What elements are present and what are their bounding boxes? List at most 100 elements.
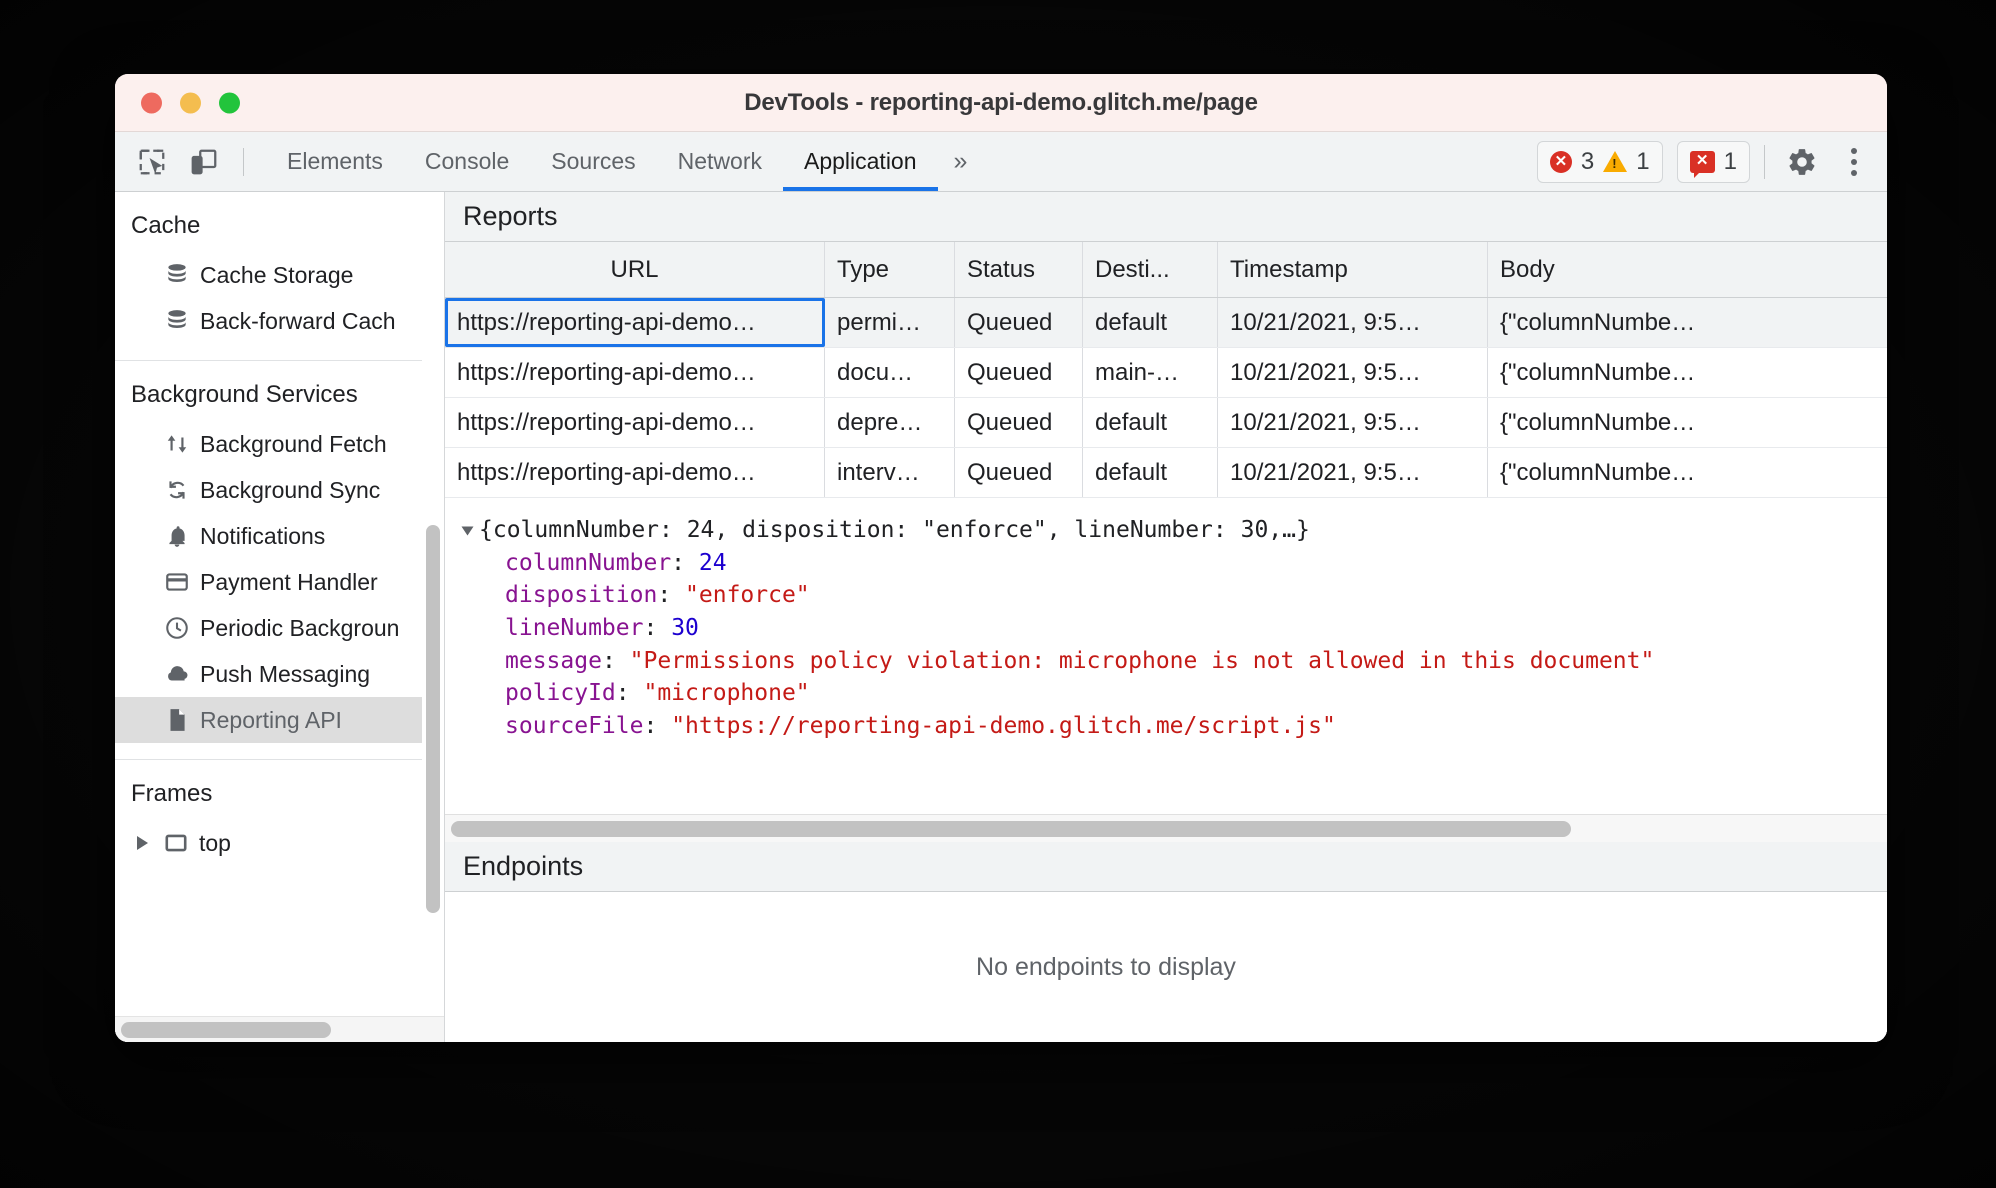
sidebar-horizontal-scroll-thumb[interactable] <box>121 1022 331 1038</box>
tab-network[interactable]: Network <box>657 132 783 191</box>
cell-status: Queued <box>955 348 1083 397</box>
sidebar-item-background-fetch[interactable]: Background Fetch <box>115 421 422 467</box>
issues-counter[interactable]: ✕ 1 <box>1676 140 1750 183</box>
kebab-dot <box>1851 169 1857 176</box>
cell-status: Queued <box>955 448 1083 497</box>
sync-icon <box>163 477 190 504</box>
table-row[interactable]: https://reporting-api-demo… docu… Queued… <box>445 348 1887 398</box>
application-sidebar: Cache Cache Storage Back-forward Cach Ba… <box>115 192 445 1042</box>
cell-type: permi… <box>825 298 955 347</box>
tab-console[interactable]: Console <box>404 132 530 191</box>
sidebar-group-title: Cache <box>131 212 201 239</box>
kebab-menu-icon[interactable] <box>1839 140 1869 184</box>
column-header-type[interactable]: Type <box>825 242 955 297</box>
table-header-row: URL Type Status Desti... Timestamp Body <box>445 242 1887 298</box>
json-value: 24 <box>698 549 727 576</box>
json-colon: : <box>657 582 686 609</box>
sidebar-vertical-scrollbar[interactable] <box>426 202 440 1010</box>
sidebar-item-notifications[interactable]: Notifications <box>115 513 422 559</box>
cell-timestamp: 10/21/2021, 9:5… <box>1218 398 1488 447</box>
document-icon <box>163 707 190 734</box>
kebab-dot <box>1851 147 1857 154</box>
tab-sources[interactable]: Sources <box>530 132 656 191</box>
inspect-element-icon[interactable] <box>129 139 175 185</box>
device-toolbar-icon[interactable] <box>181 139 227 185</box>
screenshot-root: DevTools - reporting-api-demo.glitch.me/… <box>0 0 1996 1188</box>
reports-section-title: Reports <box>445 192 1887 242</box>
gear-icon[interactable] <box>1779 139 1825 185</box>
json-property-row: columnNumber: 24 <box>463 547 1887 580</box>
column-header-destination[interactable]: Desti... <box>1083 242 1218 297</box>
sidebar-item-push-messaging[interactable]: Push Messaging <box>115 651 422 697</box>
json-value: "microphone" <box>643 680 810 707</box>
json-property-row: message: "Permissions policy violation: … <box>463 645 1887 678</box>
column-header-body[interactable]: Body <box>1488 242 1887 297</box>
sidebar-group-background-services: Background Services Background Fetch Bac… <box>115 361 422 760</box>
endpoints-section-title: Endpoints <box>445 842 1887 892</box>
bell-icon <box>163 523 190 550</box>
warning-icon <box>1603 151 1628 172</box>
reporting-api-panel: Reports URL Type Status Desti... Timesta… <box>445 192 1887 1042</box>
json-key: sourceFile <box>505 712 644 739</box>
json-colon: : <box>671 549 699 576</box>
sidebar-item-reporting-api[interactable]: Reporting API <box>115 697 422 743</box>
tab-elements[interactable]: Elements <box>266 132 404 191</box>
issue-icon: ✕ <box>1689 150 1715 178</box>
cell-url: https://reporting-api-demo… <box>445 348 825 397</box>
toolbar-right-group: ✕ 3 1 ✕ 1 <box>1536 132 1887 191</box>
sidebar-vertical-scroll-thumb[interactable] <box>426 525 440 914</box>
column-header-status[interactable]: Status <box>955 242 1083 297</box>
more-tabs-button[interactable]: » <box>938 132 984 191</box>
sidebar-item-back-forward-cache[interactable]: Back-forward Cach <box>115 298 422 344</box>
json-root-row[interactable]: {columnNumber: 24, disposition: "enforce… <box>461 514 1887 547</box>
error-warning-counter[interactable]: ✕ 3 1 <box>1536 140 1663 183</box>
sidebar-item-cache-storage[interactable]: Cache Storage <box>115 252 422 298</box>
sidebar-item-payment-handler[interactable]: Payment Handler <box>115 559 422 605</box>
up-down-arrows-icon <box>163 431 190 458</box>
sidebar-item-label: top <box>199 829 231 856</box>
cell-type: docu… <box>825 348 955 397</box>
frame-icon <box>162 830 189 857</box>
json-colon: : <box>643 614 672 641</box>
sidebar-item-label: Reporting API <box>200 706 342 733</box>
devtools-window: DevTools - reporting-api-demo.glitch.me/… <box>115 74 1887 1042</box>
cell-destination: default <box>1083 448 1218 497</box>
sidebar-item-label: Notifications <box>200 522 326 549</box>
json-value: "https://reporting-api-demo.glitch.me/sc… <box>671 712 1336 739</box>
tab-application[interactable]: Application <box>783 132 938 191</box>
sidebar-item-background-sync[interactable]: Background Sync <box>115 467 422 513</box>
sidebar-item-label: Cache Storage <box>200 261 354 288</box>
clock-icon <box>163 615 190 642</box>
window-titlebar: DevTools - reporting-api-demo.glitch.me/… <box>115 74 1887 132</box>
cell-destination: main-… <box>1083 348 1218 397</box>
devtools-toolbar: Elements Console Sources Network Applica… <box>115 132 1887 192</box>
preview-horizontal-scroll-thumb[interactable] <box>451 821 1571 837</box>
sidebar-horizontal-scrollbar[interactable] <box>115 1016 444 1042</box>
sidebar-group-cache: Cache Cache Storage Back-forward Cach <box>115 192 422 361</box>
endpoints-empty-message: No endpoints to display <box>976 952 1236 981</box>
table-row[interactable]: https://reporting-api-demo… permi… Queue… <box>445 298 1887 348</box>
toolbar-right-divider <box>1764 144 1765 179</box>
cell-status: Queued <box>955 298 1083 347</box>
cell-timestamp: 10/21/2021, 9:5… <box>1218 448 1488 497</box>
cell-destination: default <box>1083 398 1218 447</box>
reports-table: URL Type Status Desti... Timestamp Body … <box>445 242 1887 498</box>
json-summary: {columnNumber: 24, disposition: "enforce… <box>479 517 1310 543</box>
window-title: DevTools - reporting-api-demo.glitch.me/… <box>744 88 1258 116</box>
column-header-url[interactable]: URL <box>445 242 825 297</box>
cell-body: {"columnNumbe… <box>1500 458 1696 486</box>
sidebar-item-frame-top[interactable]: top <box>115 820 422 866</box>
preview-horizontal-scrollbar[interactable] <box>445 814 1887 842</box>
chevron-down-icon[interactable] <box>461 526 474 536</box>
endpoints-empty-state: No endpoints to display <box>445 892 1887 1042</box>
table-row[interactable]: https://reporting-api-demo… depre… Queue… <box>445 398 1887 448</box>
column-header-timestamp[interactable]: Timestamp <box>1218 242 1488 297</box>
toolbar-icon-group <box>115 132 258 191</box>
table-row[interactable]: https://reporting-api-demo… interv… Queu… <box>445 448 1887 498</box>
sidebar-item-label: Background Sync <box>200 476 381 503</box>
devtools-body: Cache Cache Storage Back-forward Cach Ba… <box>115 192 1887 1042</box>
json-property-row: disposition: "enforce" <box>463 579 1887 612</box>
cell-type: depre… <box>825 398 955 447</box>
sidebar-item-periodic-background-sync[interactable]: Periodic Backgroun <box>115 605 422 651</box>
chevron-right-icon[interactable] <box>137 836 148 850</box>
